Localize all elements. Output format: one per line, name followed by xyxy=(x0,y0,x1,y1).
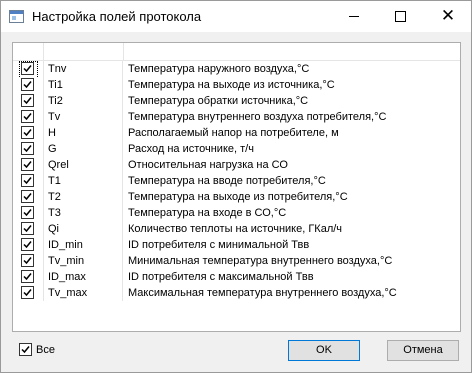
row-description: Максимальная температура внутреннего воз… xyxy=(128,287,397,299)
checkbox-checked-icon[interactable] xyxy=(21,142,34,155)
checkbox-checked-icon[interactable] xyxy=(21,286,34,299)
table-row[interactable]: G Расход на источнике, т/ч xyxy=(13,141,460,157)
row-description: Температура на выходе из источника,°C xyxy=(128,79,335,91)
table-row[interactable]: T1 Температура на вводе потребителя,°C xyxy=(13,173,460,189)
table-row[interactable]: T3 Температура на входе в СО,°C xyxy=(13,205,460,221)
table-row[interactable]: Qrel Относительная нагрузка на СО xyxy=(13,157,460,173)
row-code: G xyxy=(44,141,123,157)
table-row[interactable]: ID_min ID потребителя с минимальной Твв xyxy=(13,237,460,253)
checkbox-checked-icon[interactable] xyxy=(21,254,34,267)
row-code: Qrel xyxy=(44,157,123,173)
checkbox-checked-icon[interactable] xyxy=(21,222,34,235)
row-check-cell xyxy=(13,221,44,237)
column-header-check[interactable] xyxy=(13,43,44,60)
row-description: Количество теплоты на источнике, ГКал/ч xyxy=(128,223,343,235)
row-check-cell xyxy=(13,189,44,205)
row-description: Температура обратки источника,°C xyxy=(128,95,309,107)
checkbox-checked-icon[interactable] xyxy=(21,78,34,91)
row-code: ID_min xyxy=(44,237,123,253)
table-row[interactable]: Tnv Температура наружного воздуха,°C xyxy=(13,61,460,77)
checkbox-checked-icon[interactable] xyxy=(21,206,34,219)
checkbox-checked-icon[interactable] xyxy=(21,94,34,107)
window-title: Настройка полей протокола xyxy=(32,9,202,24)
table-row[interactable]: ID_max ID потребителя с максимальной Твв xyxy=(13,269,460,285)
table-row[interactable]: H Располагаемый напор на потребителе, м xyxy=(13,125,460,141)
checkbox-checked-icon[interactable] xyxy=(21,110,34,123)
checkbox-checked-icon[interactable] xyxy=(19,61,38,77)
row-code: Tnv xyxy=(44,61,123,77)
row-code: Ti2 xyxy=(44,93,123,109)
checkbox-checked-icon[interactable] xyxy=(21,238,34,251)
row-description: Расход на источнике, т/ч xyxy=(128,143,254,155)
cancel-button[interactable]: Отмена xyxy=(387,340,459,361)
minimize-icon xyxy=(349,16,359,17)
table-header xyxy=(13,43,460,61)
checkbox-checked-icon[interactable] xyxy=(21,158,34,171)
fields-table[interactable]: Tnv Температура наружного воздуха,°C Ti1 Те… xyxy=(12,42,461,332)
row-code: ID_max xyxy=(44,269,123,285)
row-code: Ti1 xyxy=(44,77,123,93)
row-code: T3 xyxy=(44,205,123,221)
row-code: Tv_max xyxy=(44,285,123,301)
column-header-description[interactable] xyxy=(124,43,459,60)
checkbox-checked-icon[interactable] xyxy=(21,190,34,203)
row-check-cell xyxy=(13,237,44,253)
table-row[interactable]: Ti1 Температура на выходе из источника,°C xyxy=(13,77,460,93)
checkbox-checked-icon[interactable] xyxy=(19,343,32,356)
row-check-cell xyxy=(13,125,44,141)
row-check-cell xyxy=(13,269,44,285)
row-description: Располагаемый напор на потребителе, м xyxy=(128,127,339,139)
row-description: Температура внутреннего воздуха потребит… xyxy=(128,111,387,123)
row-code: T2 xyxy=(44,189,123,205)
row-check-cell xyxy=(13,253,44,269)
table-row[interactable]: T2 Температура на выходе из потребителя,°… xyxy=(13,189,460,205)
minimize-button[interactable] xyxy=(331,1,377,32)
dialog-window-icon xyxy=(9,10,24,23)
row-check-cell xyxy=(13,285,44,301)
maximize-button[interactable] xyxy=(377,1,423,32)
row-check-cell xyxy=(13,93,44,109)
title-bar[interactable]: Настройка полей протокола ✕ xyxy=(1,1,471,32)
row-check-cell xyxy=(13,157,44,173)
row-code: Tv xyxy=(44,109,123,125)
column-header-code[interactable] xyxy=(44,43,124,60)
checkbox-checked-icon[interactable] xyxy=(21,174,34,187)
row-check-cell xyxy=(13,205,44,221)
checkbox-checked-icon[interactable] xyxy=(21,270,34,283)
row-description: ID потребителя с максимальной Твв xyxy=(128,271,314,283)
row-code: H xyxy=(44,125,123,141)
settings-dialog: Настройка полей протокола ✕ Tnv Температу… xyxy=(0,0,472,373)
row-description: Минимальная температура внутреннего возд… xyxy=(128,255,393,267)
row-description: Температура на входе в СО,°C xyxy=(128,207,287,219)
maximize-icon xyxy=(394,11,406,22)
table-row[interactable]: Tv Температура внутреннего воздуха потреб… xyxy=(13,109,460,125)
row-description: Температура наружного воздуха,°C xyxy=(128,63,310,75)
table-row[interactable]: Qi Количество теплоты на источнике, ГКал/… xyxy=(13,221,460,237)
row-description: ID потребителя с минимальной Твв xyxy=(128,239,310,251)
row-check-cell xyxy=(13,173,44,189)
close-icon: ✕ xyxy=(440,6,456,26)
select-all-label: Все xyxy=(36,344,55,356)
table-row[interactable]: Tv_min Минимальная температура внутреннег… xyxy=(13,253,460,269)
table-row[interactable]: Tv_max Максимальная температура внутренне… xyxy=(13,285,460,301)
row-check-cell xyxy=(13,61,44,77)
row-check-cell xyxy=(13,109,44,125)
close-button[interactable]: ✕ xyxy=(425,1,471,32)
row-check-cell xyxy=(13,77,44,93)
row-description: Температура на выходе из потребителя,°C xyxy=(128,191,348,203)
checkbox-checked-icon[interactable] xyxy=(21,126,34,139)
row-description: Относительная нагрузка на СО xyxy=(128,159,288,171)
row-description: Температура на вводе потребителя,°C xyxy=(128,175,326,187)
row-code: Tv_min xyxy=(44,253,123,269)
row-check-cell xyxy=(13,141,44,157)
table-row[interactable]: Ti2 Температура обратки источника,°C xyxy=(13,93,460,109)
row-code: T1 xyxy=(44,173,123,189)
row-code: Qi xyxy=(44,221,123,237)
ok-button[interactable]: OK xyxy=(288,340,360,361)
